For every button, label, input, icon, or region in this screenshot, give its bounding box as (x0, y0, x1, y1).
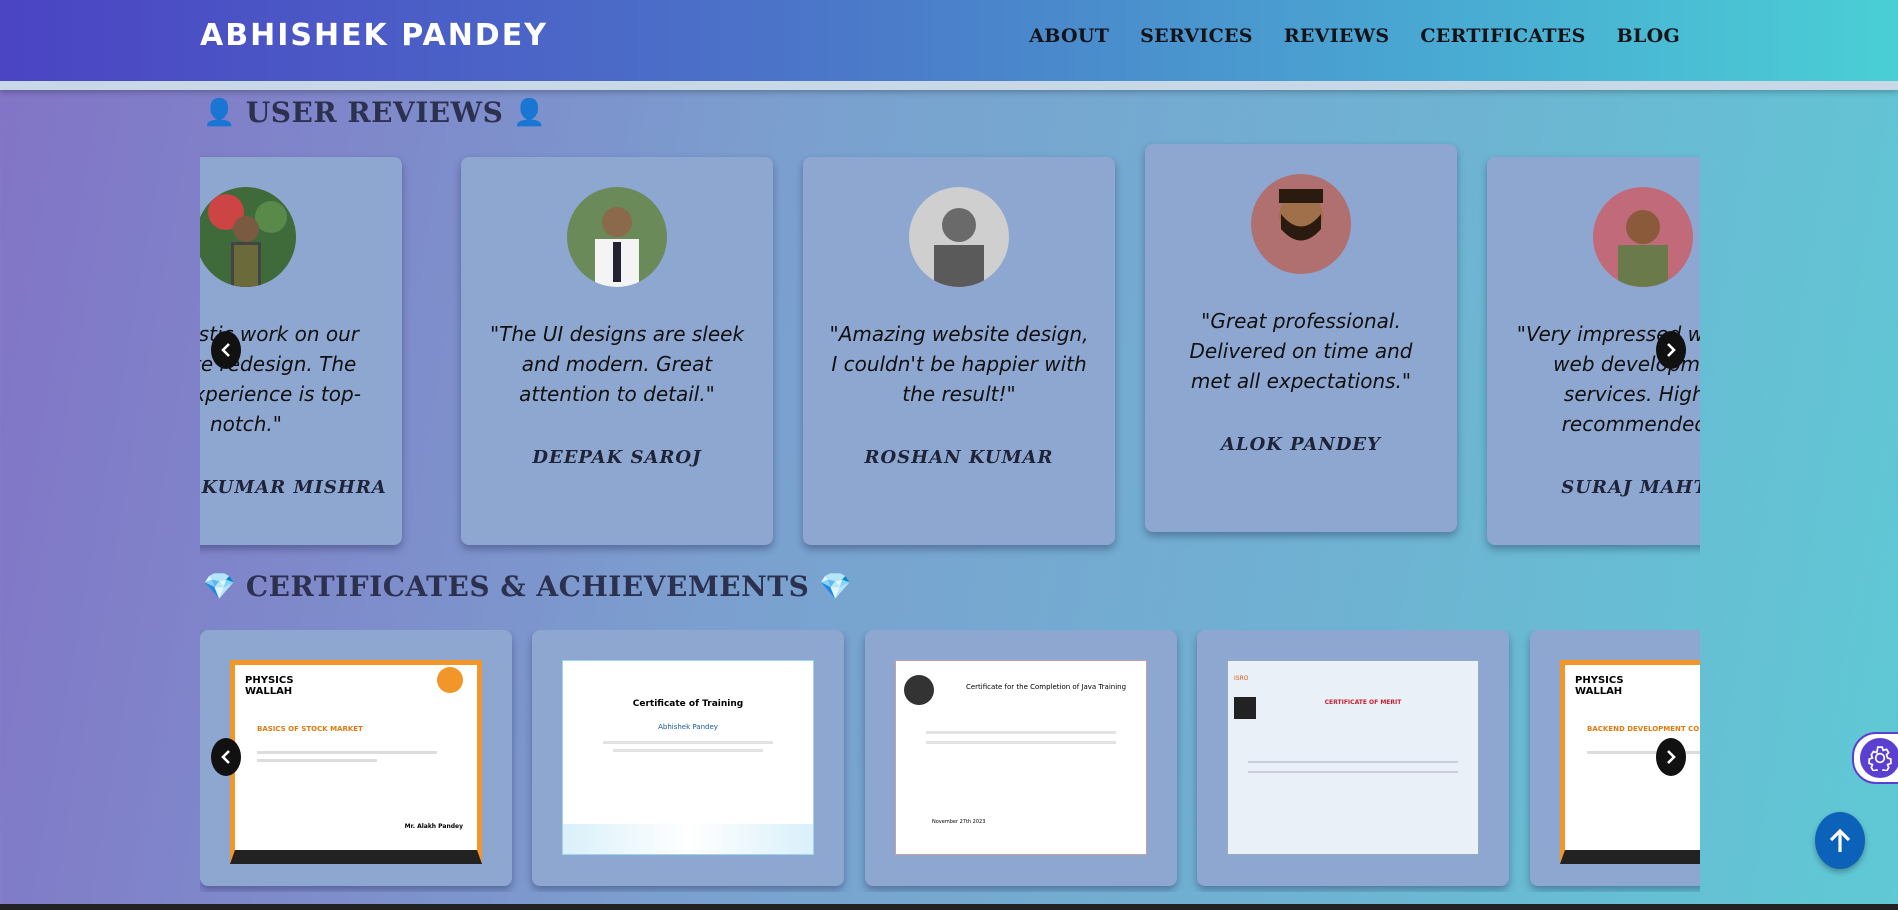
brand-logo[interactable]: ABHISHEK PANDEY (200, 18, 548, 53)
certificate-image: PHYSICS WALLAH BASICS OF STOCK MARKET Mr… (230, 660, 482, 864)
cert-course: BASICS OF STOCK MARKET (257, 725, 363, 733)
review-quote: "Great professional. Delivered on time a… (1189, 309, 1413, 393)
certificates-carousel: PHYSICS WALLAH BASICS OF STOCK MARKET Mr… (200, 630, 1700, 892)
cert-course: BACKEND DEVELOPMENT COURSE (1587, 725, 1700, 733)
reviews-prev-button[interactable] (211, 331, 241, 369)
avatar (200, 187, 296, 287)
chevron-left-icon (221, 343, 230, 357)
text-line (1248, 761, 1458, 763)
avatar (567, 187, 667, 287)
avatar (909, 187, 1009, 287)
text-line (1248, 771, 1458, 773)
review-quote: "Amazing website design, I couldn't be h… (829, 322, 1089, 406)
reviewer-name: ROSHAN KUMAR (864, 447, 1054, 468)
cert-issuer: PHYSICS WALLAH (245, 675, 294, 697)
nav-reviews[interactable]: REVIEWS (1284, 25, 1390, 47)
arrow-up-icon (1829, 828, 1851, 852)
cert-course: Certificate of Training (632, 699, 744, 709)
nav-certificates[interactable]: CERTIFICATES (1420, 25, 1585, 47)
text-line (603, 741, 773, 744)
certificates-title: CERTIFICATES & ACHIEVEMENTS (245, 570, 810, 603)
badge-icon (437, 667, 463, 693)
cert-course: CERTIFICATE OF MERIT (1324, 699, 1402, 706)
cert-issuer: PHYSICS WALLAH (1575, 675, 1624, 697)
certificates-prev-button[interactable] (211, 738, 241, 776)
top-navbar: ABHISHEK PANDEY ABOUT SERVICES REVIEWS C… (0, 0, 1898, 90)
certificates-heading: 💎 CERTIFICATES & ACHIEVEMENTS 💎 (203, 570, 852, 603)
person-icon: 👤 (513, 97, 547, 128)
person-icon: 👤 (203, 97, 236, 128)
cert-date: November 27th 2023 (932, 819, 986, 825)
chevron-right-icon (1667, 750, 1676, 764)
cert-issuer: ISRO (1234, 675, 1249, 682)
certificates-next-button[interactable] (1656, 738, 1686, 776)
gem-icon: 💎 (203, 571, 236, 602)
chevron-left-icon (221, 750, 230, 764)
certificate-image: Certificate for the Completion of Java T… (895, 660, 1147, 855)
text-line (926, 741, 1116, 744)
text-line (926, 731, 1116, 734)
certificate-card[interactable]: Certificate of Training Abhishek Pandey (532, 630, 844, 886)
logo-icon (904, 675, 934, 705)
cert-course: Certificate for the Completion of Java T… (965, 683, 1127, 691)
certificate-card[interactable]: CERTIFICATE OF MERIT ISRO (1197, 630, 1509, 886)
review-card: "The UI designs are sleek and modern. Gr… (461, 157, 773, 545)
nav-blog[interactable]: BLOG (1617, 25, 1680, 47)
decor-band (563, 824, 813, 854)
nav-about[interactable]: ABOUT (1029, 25, 1109, 47)
nav-services[interactable]: SERVICES (1140, 25, 1253, 47)
text-line (257, 751, 437, 754)
reviews-heading: 👤 USER REVIEWS 👤 (203, 96, 546, 129)
text-line (257, 759, 377, 762)
cert-recipient: Abhishek Pandey (658, 723, 718, 731)
theme-settings-toggle[interactable] (1852, 732, 1898, 784)
reviews-carousel: "Fantastic work on our website redesign.… (200, 140, 1700, 560)
reviewer-name: DEEPAK SAROJ (532, 447, 702, 468)
avatar (1593, 187, 1693, 287)
gear-icon (1860, 738, 1898, 778)
review-quote: "The UI designs are sleek and modern. Gr… (489, 322, 745, 406)
certificate-image: Certificate of Training Abhishek Pandey (562, 660, 814, 855)
certificate-image: CERTIFICATE OF MERIT ISRO (1227, 660, 1479, 855)
footer-edge (0, 904, 1898, 910)
reviewer-name: SACHIN KUMAR MISHRA (200, 477, 387, 498)
cert-signer: Mr. Alakh Pandey (404, 823, 463, 830)
avatar (1251, 174, 1351, 274)
review-card: "Great professional. Delivered on time a… (1145, 144, 1457, 532)
nav-links: ABOUT SERVICES REVIEWS CERTIFICATES BLOG (1029, 25, 1680, 47)
scroll-to-top-button[interactable] (1815, 812, 1865, 869)
text-line (613, 749, 763, 752)
reviews-title: USER REVIEWS (245, 96, 504, 129)
qr-code-icon (1234, 697, 1256, 719)
certificate-card[interactable]: PHYSICS WALLAH BASICS OF STOCK MARKET Mr… (200, 630, 512, 886)
chevron-right-icon (1667, 343, 1676, 357)
reviews-next-button[interactable] (1656, 331, 1686, 369)
reviewer-name: SURAJ MAHTO (1561, 477, 1700, 498)
certificate-card[interactable]: Certificate for the Completion of Java T… (865, 630, 1177, 886)
reviewer-name: ALOK PANDEY (1220, 434, 1382, 455)
gem-icon: 💎 (819, 571, 853, 602)
review-card: "Amazing website design, I couldn't be h… (803, 157, 1115, 545)
